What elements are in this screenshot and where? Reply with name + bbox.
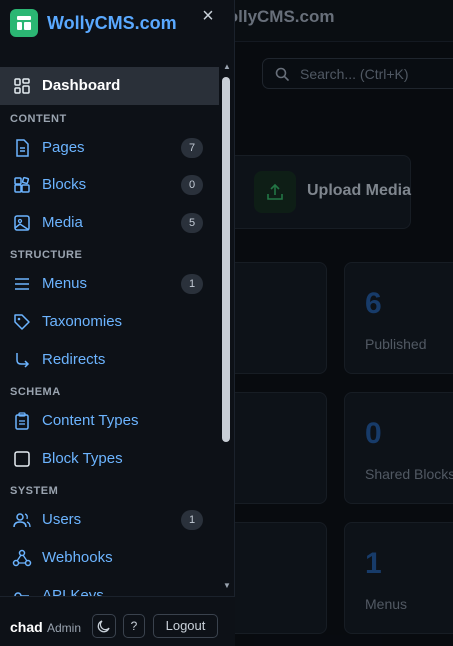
redirect-icon [16,353,30,368]
sidebar-item-label: Users [42,511,82,528]
sidebar-item-content-types[interactable]: Content Types [0,402,219,440]
sidebar-item-media[interactable]: Media 5 [0,204,219,242]
sidebar-drawer: WollyCMS.com × Dashboard CONTENT Pages 7… [0,0,235,646]
sidebar-item-label: Menus [42,275,88,292]
count-badge: 7 [181,138,203,158]
sidebar-item-users[interactable]: Users 1 [0,501,219,539]
count-badge: 1 [181,274,203,294]
sidebar-item-label: Blocks [42,176,87,193]
sidebar-item-label: Pages [42,139,85,156]
square-icon [14,451,30,467]
dashboard-icon [14,78,30,94]
section-structure: STRUCTURE [10,249,83,261]
brand-name[interactable]: WollyCMS.com [47,13,177,34]
count-badge: 1 [181,510,203,530]
sidebar-footer: chad Admin ? Logout [0,596,235,646]
section-content: CONTENT [10,113,67,125]
logout-button[interactable]: Logout [153,614,218,638]
tag-icon [14,314,30,330]
sidebar-item-taxonomies[interactable]: Taxonomies [0,303,219,341]
logo-icon [10,9,38,37]
sidebar-item-pages[interactable]: Pages 7 [0,129,219,167]
sidebar-item-label: Block Types [42,450,123,467]
sidebar-item-label: API Keys [42,587,104,596]
scroll-up-icon[interactable]: ▲ [222,63,232,71]
sidebar-item-api-keys[interactable]: API Keys [0,577,219,596]
webhook-icon [12,549,32,567]
section-schema: SCHEMA [10,386,61,398]
sidebar-item-webhooks[interactable]: Webhooks [0,539,219,577]
sidebar-item-redirects[interactable]: Redirects [0,341,219,379]
scroll-thumb[interactable] [222,77,230,442]
sidebar-item-menus[interactable]: Menus 1 [0,265,219,303]
sidebar-item-blocks[interactable]: Blocks 0 [0,166,219,204]
file-icon [16,139,29,157]
section-system: SYSTEM [10,485,59,497]
sidebar-item-dashboard[interactable]: Dashboard [0,67,219,105]
theme-toggle-button[interactable] [92,614,116,638]
close-icon[interactable]: × [199,6,217,26]
sidebar-nav: Dashboard CONTENT Pages 7 Blocks 0 Media… [0,62,219,596]
user-name: chad [10,619,43,635]
sidebar-item-label: Webhooks [42,549,113,566]
clipboard-icon [15,412,29,430]
sidebar-item-label: Redirects [42,351,106,368]
users-icon [13,513,31,528]
help-button[interactable]: ? [123,614,145,638]
user-role: Admin [47,621,82,635]
sidebar-item-block-types[interactable]: Block Types [0,440,219,478]
sidebar-item-label: Media [42,214,83,231]
sidebar-scrollbar[interactable]: ▲ ▼ [219,62,235,596]
count-badge: 5 [181,213,203,233]
sidebar-item-label: Content Types [42,412,139,429]
image-icon [14,215,30,231]
moon-icon [97,620,110,633]
sidebar-item-label: Taxonomies [42,313,123,330]
count-badge: 0 [181,175,203,195]
scroll-down-icon[interactable]: ▼ [222,582,232,590]
menu-icon [15,278,29,290]
blocks-icon [14,176,30,193]
key-icon [14,592,29,596]
brand: WollyCMS.com × [0,0,235,56]
sidebar-item-label: Dashboard [42,77,121,94]
